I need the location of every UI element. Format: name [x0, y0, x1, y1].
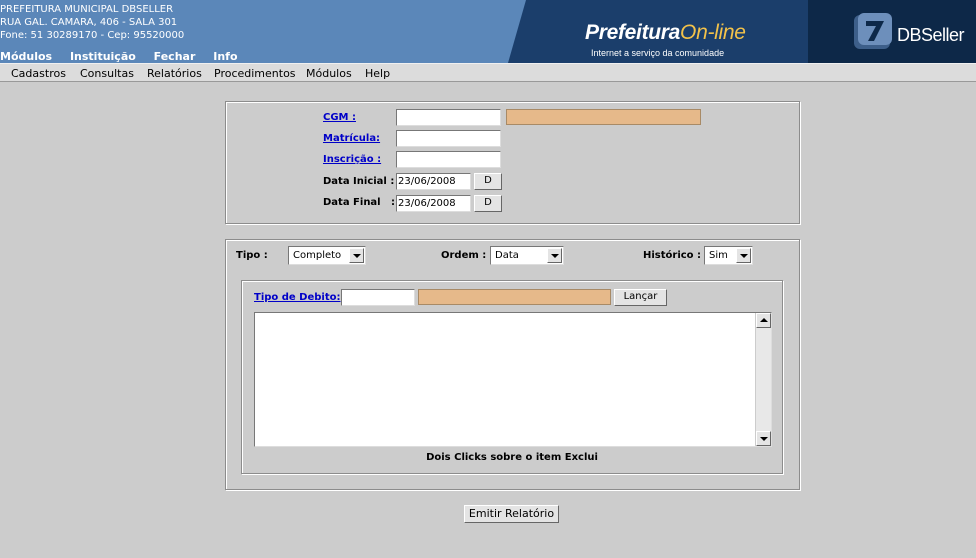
- prefeitura-online-logo: PrefeituraOn-line: [585, 21, 746, 45]
- organization-info: PREFEITURA MUNICIPAL DBSELLER RUA GAL. C…: [0, 3, 184, 42]
- chevron-down-icon: [760, 437, 768, 441]
- options-panel: Tipo : Completo Ordem : Data Histórico :…: [225, 239, 800, 490]
- tipo-debito-input[interactable]: [341, 289, 415, 306]
- dbseller-logo-text: DBSeller: [897, 25, 965, 45]
- tipo-select[interactable]: Completo: [288, 246, 366, 265]
- scroll-down-button[interactable]: [756, 431, 771, 446]
- top-menu-info[interactable]: Info: [213, 50, 237, 63]
- dbseller-logo-area: DBSeller: [808, 0, 976, 63]
- menu-modulos[interactable]: Módulos: [306, 67, 352, 80]
- list-hint-text: Dois Clicks sobre o item Exclui: [426, 452, 598, 463]
- ordem-select-value: Data: [495, 250, 519, 261]
- ordem-label: Ordem :: [441, 250, 487, 261]
- dbseller-mark-icon: [854, 13, 892, 49]
- tipo-debito-description-display: [418, 289, 611, 305]
- tipo-select-value: Completo: [293, 250, 342, 261]
- cgm-name-display: [506, 109, 701, 125]
- top-menu: Módulos Instituição Fechar Info: [0, 50, 252, 63]
- data-final-calendar-button[interactable]: D: [474, 195, 502, 212]
- chevron-down-icon: [547, 248, 562, 263]
- data-final-input[interactable]: [396, 195, 471, 212]
- tipo-label: Tipo :: [236, 250, 268, 261]
- data-inicial-input[interactable]: [396, 173, 471, 190]
- brand-online-text: On-line: [680, 21, 746, 44]
- app-header: PREFEITURA MUNICIPAL DBSELLER RUA GAL. C…: [0, 0, 976, 63]
- ordem-select[interactable]: Data: [490, 246, 564, 265]
- historico-select[interactable]: Sim: [704, 246, 753, 265]
- tipo-debito-group: Tipo de Debito: Lançar Dois Clicks sobre…: [241, 280, 783, 474]
- filter-panel: CGM : Matrícula: Inscrição : Data Inicia…: [225, 101, 800, 224]
- tipo-debito-link[interactable]: Tipo de Debito:: [254, 292, 341, 303]
- org-address: RUA GAL. CAMARA, 406 - SALA 301: [0, 17, 178, 28]
- menu-procedimentos[interactable]: Procedimentos: [214, 67, 296, 80]
- data-inicial-label: Data Inicial :: [323, 176, 395, 187]
- org-name: PREFEITURA MUNICIPAL DBSELLER: [0, 4, 174, 15]
- menu-help[interactable]: Help: [365, 67, 390, 80]
- historico-select-value: Sim: [709, 250, 728, 261]
- chevron-down-icon: [349, 248, 364, 263]
- menu-cadastros[interactable]: Cadastros: [11, 67, 66, 80]
- data-final-label: Data Final :: [323, 197, 396, 208]
- brand-main-text: Prefeitura: [585, 21, 681, 44]
- menu-relatorios[interactable]: Relatórios: [147, 67, 202, 80]
- matricula-link[interactable]: Matrícula:: [323, 133, 380, 144]
- scroll-up-button[interactable]: [756, 313, 771, 328]
- top-menu-fechar[interactable]: Fechar: [154, 50, 196, 63]
- cgm-input[interactable]: [396, 109, 501, 126]
- debito-list[interactable]: [254, 312, 772, 447]
- data-inicial-calendar-button[interactable]: D: [474, 173, 502, 190]
- historico-label: Histórico :: [643, 250, 702, 261]
- matricula-input[interactable]: [396, 130, 501, 147]
- top-menu-modulos[interactable]: Módulos: [0, 50, 52, 63]
- chevron-up-icon: [760, 318, 768, 322]
- inscricao-input[interactable]: [396, 151, 501, 168]
- menu-bar: Cadastros Consultas Relatórios Procedime…: [0, 63, 976, 82]
- lancar-button[interactable]: Lançar: [614, 289, 667, 306]
- brand-tagline: Internet a serviço da comunidade: [591, 48, 725, 58]
- list-scrollbar[interactable]: [755, 313, 771, 446]
- emitir-relatorio-button[interactable]: Emitir Relatório: [464, 505, 559, 523]
- chevron-down-icon: [736, 248, 751, 263]
- org-phone: Fone: 51 30289170 - Cep: 95520000: [0, 30, 185, 41]
- inscricao-link[interactable]: Inscrição :: [323, 154, 381, 165]
- top-menu-instituicao[interactable]: Instituição: [70, 50, 136, 63]
- prefeitura-online-banner: PrefeituraOn-line Internet a serviço da …: [508, 0, 808, 63]
- banner-edge-decoration: [508, 0, 526, 63]
- cgm-link[interactable]: CGM :: [323, 112, 356, 123]
- menu-consultas[interactable]: Consultas: [80, 67, 134, 80]
